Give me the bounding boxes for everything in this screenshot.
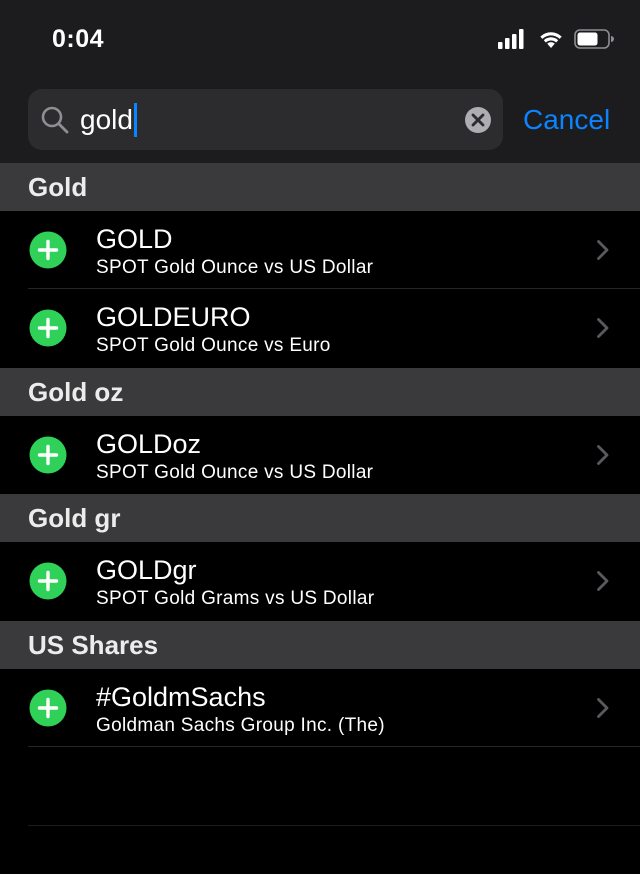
status-bar: 0:04	[0, 0, 640, 80]
text-cursor	[133, 102, 137, 137]
symbol-name: GOLDgr	[96, 555, 197, 585]
chevron-right-icon	[597, 240, 609, 260]
search-icon	[41, 106, 69, 134]
navigation-bar: 0:04 gold Cancel	[0, 0, 640, 163]
battery-icon	[574, 29, 614, 49]
wifi-icon	[540, 32, 562, 48]
cellular-signal-icon	[498, 29, 524, 49]
status-icons	[498, 26, 614, 52]
list-item-goldeuro[interactable]: GOLDEURO SPOT Gold Ounce vs Euro	[0, 289, 640, 367]
list-item-goldoz[interactable]: GOLDoz SPOT Gold Ounce vs US Dollar	[0, 416, 640, 494]
section-header-gold-oz: Gold oz	[0, 368, 640, 416]
symbol-description: Goldman Sachs Group Inc. (The)	[96, 715, 385, 736]
list-item-goldgr[interactable]: GOLDgr SPOT Gold Grams vs US Dollar	[0, 542, 640, 620]
symbol-name: GOLD	[96, 224, 173, 254]
add-symbol-icon[interactable]	[29, 231, 67, 269]
search-input[interactable]: gold	[80, 89, 137, 150]
section-header-gold: Gold	[0, 163, 640, 211]
section-header-us-shares: US Shares	[0, 621, 640, 669]
symbol-name: #GoldmSachs	[96, 682, 266, 712]
symbol-description: SPOT Gold Grams vs US Dollar	[96, 588, 375, 609]
section-header-gold-gr: Gold gr	[0, 494, 640, 542]
chevron-right-icon	[597, 318, 609, 338]
add-symbol-icon[interactable]	[29, 436, 67, 474]
chevron-right-icon	[597, 445, 609, 465]
list-item-goldmsachs[interactable]: #GoldmSachs Goldman Sachs Group Inc. (Th…	[0, 669, 640, 747]
row-divider	[28, 746, 640, 747]
symbol-description: SPOT Gold Ounce vs US Dollar	[96, 462, 374, 483]
add-symbol-icon[interactable]	[29, 562, 67, 600]
section-header-label: US Shares	[28, 630, 159, 660]
symbol-name: GOLDoz	[96, 429, 202, 459]
section-header-label: Gold	[28, 172, 88, 202]
add-symbol-icon[interactable]	[29, 689, 67, 727]
clear-search-icon[interactable]	[464, 106, 492, 134]
symbol-description: SPOT Gold Ounce vs Euro	[96, 335, 331, 356]
chevron-right-icon	[597, 571, 609, 591]
list-item-gold[interactable]: GOLD SPOT Gold Ounce vs US Dollar	[0, 211, 640, 289]
chevron-right-icon	[597, 698, 609, 718]
section-header-label: Gold oz	[28, 377, 124, 407]
cancel-button[interactable]: Cancel	[523, 89, 610, 150]
search-field[interactable]: gold	[28, 89, 503, 150]
symbol-description: SPOT Gold Ounce vs US Dollar	[96, 257, 374, 278]
add-symbol-icon[interactable]	[29, 309, 67, 347]
search-input-value: gold	[80, 104, 133, 135]
section-header-label: Gold gr	[28, 503, 121, 533]
status-time: 0:04	[52, 25, 105, 53]
empty-row-divider	[28, 825, 640, 826]
symbol-name: GOLDEURO	[96, 302, 251, 332]
